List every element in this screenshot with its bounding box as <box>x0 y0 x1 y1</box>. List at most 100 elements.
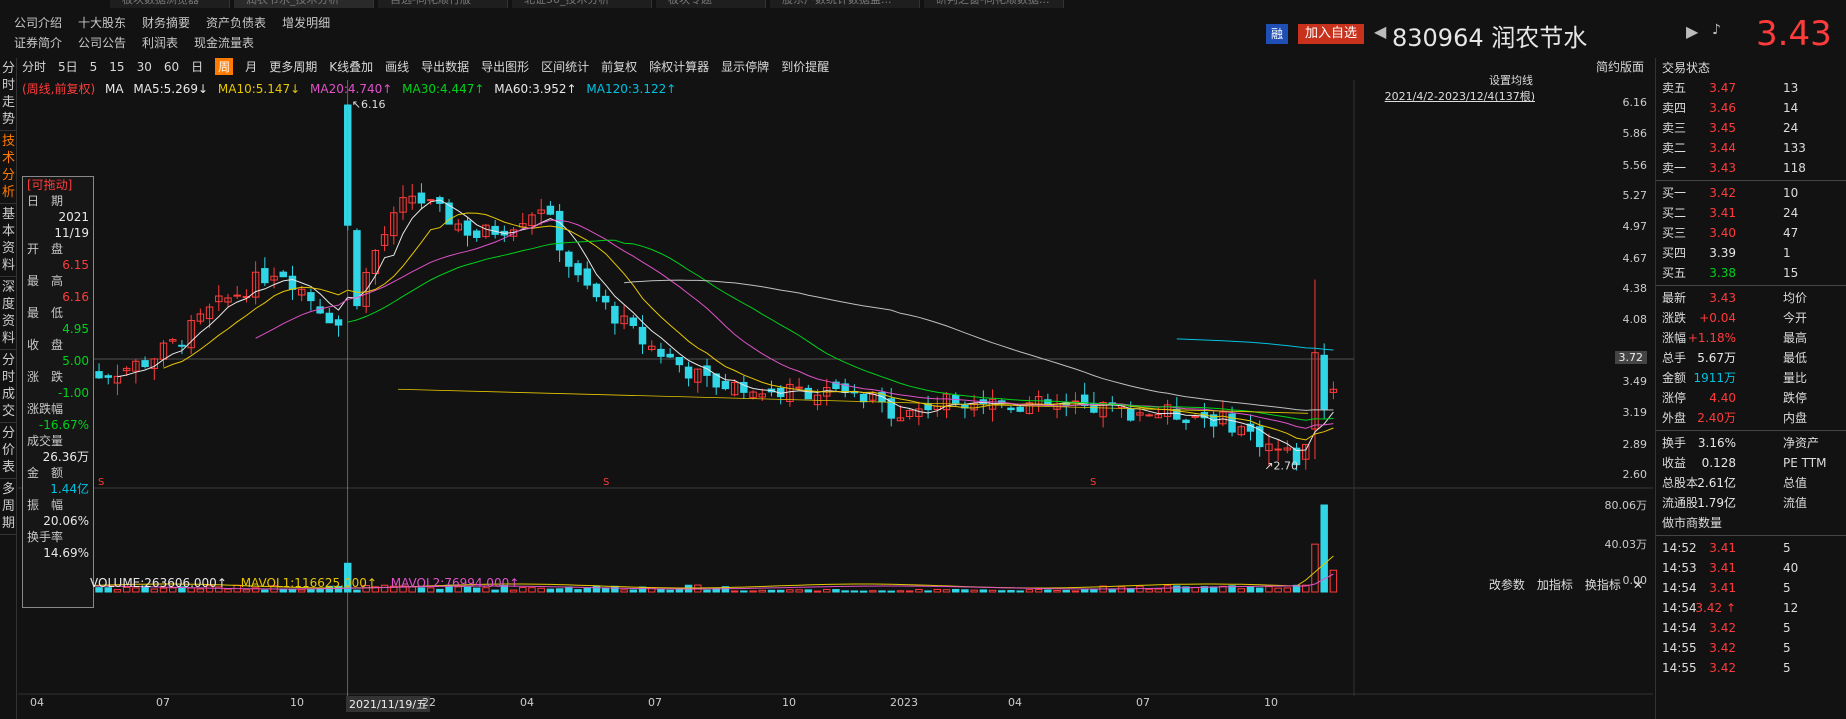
kline-chart-area[interactable]: ↖6.16 ↗2.70 S S S (周线,前复权) MA MA5:5.269↓ MA1… <box>18 74 1653 719</box>
volume-bar <box>1090 588 1098 593</box>
tab-6[interactable]: 研判之窗-同花顺数据... <box>924 0 1064 8</box>
tick-row-5-extra: 5 <box>1783 641 1791 655</box>
volume-bar <box>730 590 739 593</box>
toolbar-item-5[interactable]: 60 <box>164 60 179 74</box>
tab-5[interactable]: 股东户数统计数据监... <box>770 0 920 8</box>
tick-row-0: 14:52 3.41 5 <box>1656 538 1846 558</box>
ma5-line <box>117 199 1334 452</box>
s-marker-3: S <box>1090 477 1096 488</box>
stat-row-0-extra: 均价 <box>1783 291 1808 305</box>
tab-2[interactable]: 自选-同花顺行版 <box>378 0 508 8</box>
candle-body <box>555 210 564 251</box>
bid-row-3-value: 3.39 <box>1709 246 1736 260</box>
left-tab-0[interactable]: 分时走势 <box>0 58 17 131</box>
price-tick-5: 4.67 <box>1622 251 1648 265</box>
pct-label: 涨跌幅 <box>27 402 64 416</box>
toolbar-item-0[interactable]: 分时 <box>22 58 46 75</box>
toolbar-item-13[interactable]: 导出图形 <box>481 58 529 75</box>
menu2-item-0[interactable]: 证券简介 <box>14 36 62 50</box>
tick-list: 14:52 3.41 5 14:53 3.41 40 14:54 3.41 5 14:54 3.42… <box>1656 538 1846 678</box>
candle-body <box>721 380 730 390</box>
volume-bar <box>574 589 582 593</box>
menu-item-4[interactable]: 增发明细 <box>282 16 330 30</box>
toolbar-item-1[interactable]: 5日 <box>58 58 78 75</box>
chg-label: 涨 跌 <box>27 370 64 384</box>
left-tab-4[interactable]: 分时成交 <box>0 350 17 423</box>
toolbar-item-15[interactable]: 前复权 <box>601 58 637 75</box>
toolbar-item-17[interactable]: 显示停牌 <box>721 58 769 75</box>
toolbar-item-9[interactable]: 更多周期 <box>269 58 317 75</box>
toolbar-item-8[interactable]: 月 <box>245 58 257 75</box>
set-ma-button[interactable]: 设置均线 <box>1489 72 1533 88</box>
candle-body <box>666 353 674 358</box>
menu-item-3[interactable]: 资产负债表 <box>206 16 266 30</box>
divider <box>1656 180 1846 181</box>
ask-row-2: 卖三 3.45 24 <box>1656 118 1846 138</box>
bid-row-2-label: 买三 <box>1662 226 1687 240</box>
left-tab-2[interactable]: 基本资料 <box>0 204 17 277</box>
menu2-item-1[interactable]: 公司公告 <box>78 36 126 50</box>
toolbar-item-12[interactable]: 导出数据 <box>421 58 469 75</box>
window-tabs: 板块数据浏览器润农节水_技术分析自选-同花顺行版北证50_技术分析板块专题股东户… <box>0 0 1300 8</box>
volume-bar <box>887 590 895 593</box>
vol-tool-2[interactable]: 换指标 <box>1585 578 1621 592</box>
toolbar-item-6[interactable]: 日 <box>191 58 203 75</box>
candle-body <box>675 356 684 366</box>
tab-4[interactable]: 板块专题 <box>656 0 766 8</box>
time-axis: 04 07 10 2021/11/19/五 22 04 07 10 2023 04 07 10 <box>18 696 1653 716</box>
left-tab-1[interactable]: 技术分析 <box>0 131 17 204</box>
tick-row-1-label: 14:53 <box>1662 561 1697 575</box>
x-tick-10: 07 <box>1136 696 1150 709</box>
prev-stock-icon[interactable]: ◀ <box>1374 22 1386 41</box>
menu-item-1[interactable]: 十大股东 <box>78 16 126 30</box>
add-favorite-button[interactable]: 加入自选 <box>1298 24 1364 44</box>
volume-bar <box>675 589 684 593</box>
stat2-row-3-extra: 流值 <box>1783 496 1808 510</box>
menu2-item-2[interactable]: 利润表 <box>142 36 178 50</box>
next-stock-icon[interactable]: ▶ <box>1686 22 1698 41</box>
alert-bell-icon[interactable]: ♪ <box>1712 22 1721 38</box>
cursor-info-box[interactable]: [可拖动] 日 期 2021 11/19 开 盘 6.15 最 高 6.16 最… <box>22 176 94 608</box>
tab-0[interactable]: 板块数据浏览器 <box>110 0 230 8</box>
toolbar-item-11[interactable]: 画线 <box>385 58 409 75</box>
volume-bar <box>749 590 757 593</box>
vol-tool-1[interactable]: 加指标 <box>1537 578 1573 592</box>
stats-list: 最新 3.43 均价 涨跌 +0.04 今开 涨幅 +1.18% 最高 总手 5.67万 最低 金额 19… <box>1656 288 1846 428</box>
x-tick-6: 07 <box>648 696 662 709</box>
drag-hint: [可拖动] <box>27 178 73 192</box>
volume-bar <box>657 588 665 593</box>
ma60-line <box>624 279 1334 411</box>
toolbar-item-14[interactable]: 区间统计 <box>541 58 589 75</box>
tab-3[interactable]: 北证50_技术分析 <box>512 0 652 8</box>
menu-item-2[interactable]: 财务摘要 <box>142 16 190 30</box>
toolbar-item-7[interactable]: 周 <box>215 58 234 75</box>
simple-view-button[interactable]: 简约版面 <box>1596 58 1644 75</box>
menu-item-0[interactable]: 公司介绍 <box>14 16 62 30</box>
toolbar-item-2[interactable]: 5 <box>90 60 98 74</box>
vol-tool-0[interactable]: 改参数 <box>1489 578 1525 592</box>
menu2-item-3[interactable]: 现金流量表 <box>194 36 254 50</box>
left-tab-3[interactable]: 深度资料 <box>0 277 17 350</box>
toolbar-item-18[interactable]: 到价提醒 <box>781 58 829 75</box>
candle-body <box>178 344 186 347</box>
toolbar-item-16[interactable]: 除权计算器 <box>649 58 709 75</box>
candle-body <box>463 220 472 236</box>
volume-bar <box>1154 588 1163 593</box>
volume-bar <box>859 590 868 593</box>
tab-1[interactable]: 润农节水_技术分析 <box>234 0 374 8</box>
toolbar-item-3[interactable]: 15 <box>109 60 124 74</box>
kline-chart-svg[interactable]: ↖6.16 ↗2.70 S S S <box>18 80 1653 719</box>
bid-row-4-label: 买五 <box>1662 266 1687 280</box>
date-range-link[interactable]: 2021/4/2-2023/12/4(137根) <box>1385 88 1535 104</box>
left-tab-6[interactable]: 多周期 <box>0 479 17 535</box>
volume-bar <box>988 589 997 593</box>
volume-bar <box>970 589 978 593</box>
toolbar-item-4[interactable]: 30 <box>137 60 152 74</box>
left-tab-5[interactable]: 分价表 <box>0 423 17 479</box>
toolbar-item-10[interactable]: K线叠加 <box>329 58 373 75</box>
date-md: 11/19 <box>54 226 89 240</box>
stat-row-2: 涨幅 +1.18% 最高 <box>1656 328 1846 348</box>
stat-row-3: 总手 5.67万 最低 <box>1656 348 1846 368</box>
volume-bar <box>1265 586 1273 593</box>
candle-body <box>1320 354 1328 411</box>
